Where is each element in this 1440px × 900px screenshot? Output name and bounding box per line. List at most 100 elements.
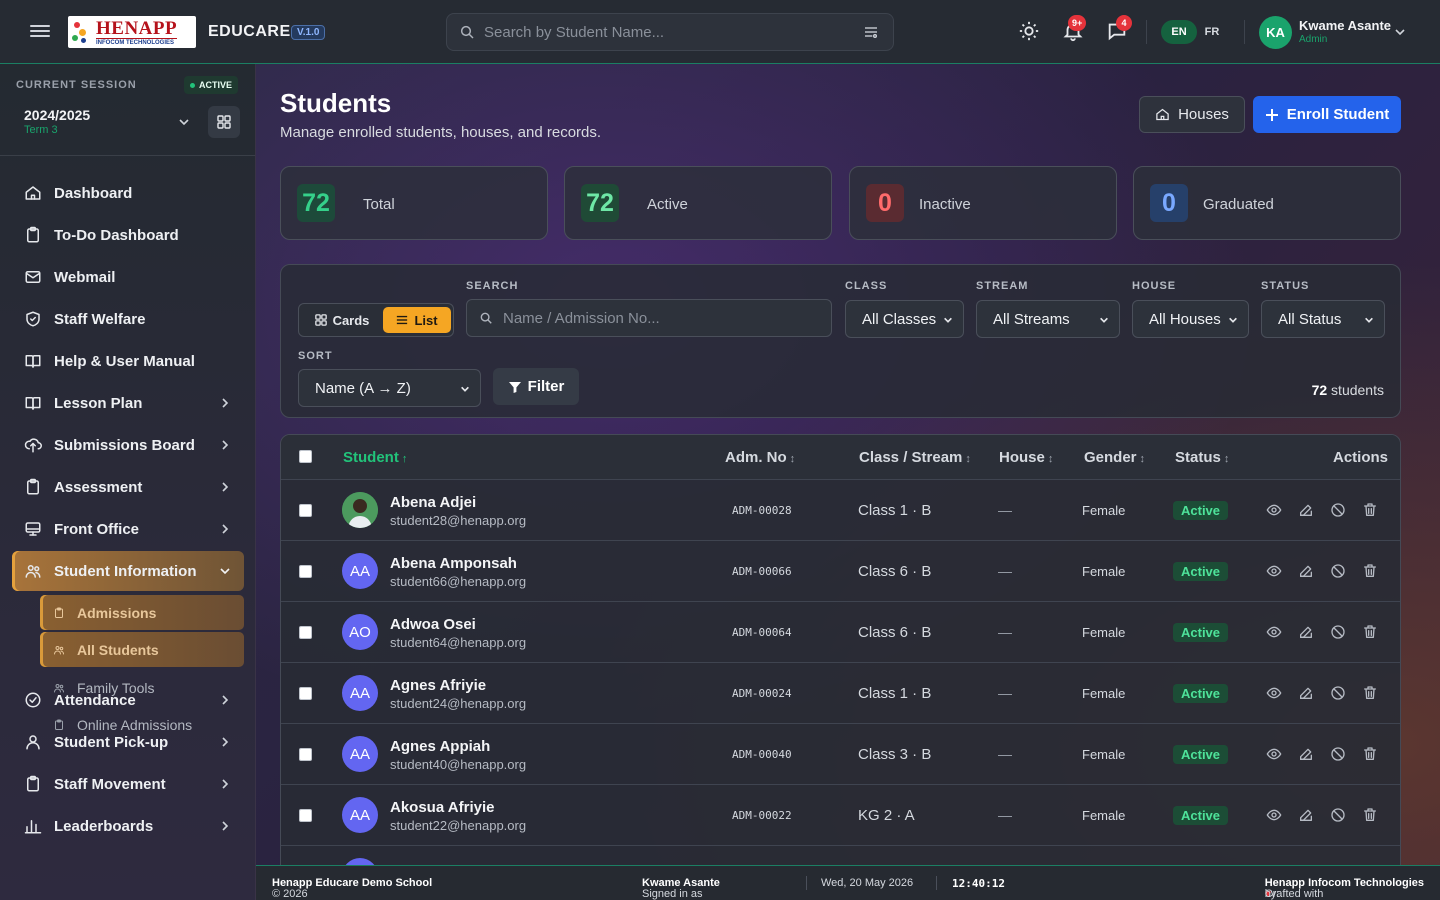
row-checkbox[interactable] — [299, 809, 312, 822]
trash-icon[interactable] — [1362, 502, 1378, 518]
student-name[interactable]: Agnes Appiah — [390, 738, 490, 755]
edit-icon[interactable] — [1298, 746, 1314, 762]
footer-credit: Crafted with ♥ by: Henapp Infocom Techno… — [1264, 877, 1424, 900]
ban-icon[interactable] — [1330, 502, 1346, 518]
messages-button[interactable]: 4 — [1106, 15, 1132, 42]
sun-icon[interactable] — [1018, 20, 1040, 42]
trash-icon[interactable] — [1362, 563, 1378, 579]
sidebar-item-to-do-dashboard[interactable]: To-Do Dashboard — [12, 215, 244, 255]
column-student[interactable]: Student ↑ — [343, 449, 407, 466]
student-name[interactable]: Adwoa Osei — [390, 616, 476, 633]
table-row[interactable] — [281, 846, 1400, 865]
student-name[interactable]: Abena Adjei — [390, 494, 476, 511]
eye-icon[interactable] — [1266, 624, 1282, 640]
column-status[interactable]: Status ↕ — [1175, 449, 1229, 466]
student-name[interactable]: Akosua Afriyie — [390, 799, 494, 816]
houses-button[interactable]: Houses — [1139, 96, 1245, 133]
row-checkbox[interactable] — [299, 504, 312, 517]
table-row[interactable]: AA Agnes Appiah student40@henapp.org ADM-00… — [281, 724, 1400, 785]
eye-icon[interactable] — [1266, 563, 1282, 579]
select-all-checkbox[interactable] — [299, 450, 312, 463]
sidebar-item-leaderboards[interactable]: Leaderboards — [12, 806, 244, 846]
ban-icon[interactable] — [1330, 746, 1346, 762]
edit-icon[interactable] — [1298, 563, 1314, 579]
lang-fr-button[interactable]: FR — [1194, 20, 1230, 44]
row-checkbox[interactable] — [299, 565, 312, 578]
cards-view-button[interactable]: Cards — [303, 307, 381, 333]
column-class-stream[interactable]: Class / Stream ↕ — [859, 449, 971, 466]
edit-icon[interactable] — [1298, 624, 1314, 640]
notifications-button[interactable]: 9+ — [1062, 15, 1087, 42]
row-checkbox[interactable] — [299, 626, 312, 639]
status-select[interactable]: All Status — [1261, 300, 1385, 338]
list-icon — [397, 315, 408, 325]
logo[interactable]: HENAPP INFOCOM TECHNOLOGIES — [68, 16, 196, 48]
stat-label: Graduated — [1203, 196, 1274, 213]
table-row[interactable]: Abena Adjei student28@henapp.org ADM-00028… — [281, 480, 1400, 541]
stream-select[interactable]: All Streams — [976, 300, 1120, 338]
row-checkbox[interactable] — [299, 687, 312, 700]
column-house[interactable]: House ↕ — [999, 449, 1053, 466]
clipboard-icon — [55, 719, 63, 730]
trash-icon[interactable] — [1362, 807, 1378, 823]
trash-icon[interactable] — [1362, 624, 1378, 640]
sort-select[interactable]: Name (A → Z) — [298, 369, 481, 407]
user-name[interactable]: Kwame Asante — [1299, 18, 1391, 33]
session-year[interactable]: 2024/2025 — [24, 107, 90, 123]
user-avatar[interactable]: KA — [1259, 16, 1292, 49]
lang-en-button[interactable]: EN — [1161, 20, 1197, 44]
global-search-input[interactable] — [484, 23, 863, 41]
global-search[interactable] — [446, 13, 894, 51]
trash-icon[interactable] — [1362, 685, 1378, 701]
enroll-student-button[interactable]: Enroll Student — [1253, 96, 1401, 133]
student-name[interactable]: Agnes Afriyie — [390, 677, 486, 694]
sidebar-item-assessment[interactable]: Assessment — [12, 467, 244, 507]
sidebar-subitem-all-students[interactable]: All Students — [40, 632, 244, 667]
table-row[interactable]: AO Adwoa Osei student64@henapp.org ADM-0006… — [281, 602, 1400, 663]
chevron-down-icon[interactable] — [1394, 26, 1406, 38]
ban-icon[interactable] — [1330, 807, 1346, 823]
menu-toggle-icon[interactable] — [30, 22, 50, 40]
table-row[interactable]: AA Abena Amponsah student66@henapp.org ADM-… — [281, 541, 1400, 602]
apps-grid-button[interactable] — [208, 106, 240, 138]
column-adm-no[interactable]: Adm. No ↕ — [725, 449, 795, 466]
search-options-icon[interactable] — [863, 24, 879, 40]
student-name[interactable]: Abena Amponsah — [390, 555, 517, 572]
eye-icon[interactable] — [1266, 685, 1282, 701]
sidebar-item-lesson-plan[interactable]: Lesson Plan — [12, 383, 244, 423]
clipboard-icon — [27, 478, 39, 495]
trash-icon[interactable] — [1362, 746, 1378, 762]
house-select[interactable]: All Houses — [1132, 300, 1249, 338]
edit-icon[interactable] — [1298, 685, 1314, 701]
ban-icon[interactable] — [1330, 563, 1346, 579]
edit-icon[interactable] — [1298, 502, 1314, 518]
sidebar-item-submissions-board[interactable]: Submissions Board — [12, 425, 244, 465]
eye-icon[interactable] — [1266, 746, 1282, 762]
column-gender[interactable]: Gender ↕ — [1084, 449, 1145, 466]
table-row[interactable]: AA Akosua Afriyie student22@henapp.org ADM-… — [281, 785, 1400, 846]
student-search[interactable] — [466, 299, 832, 337]
sidebar-item-dashboard[interactable]: Dashboard — [12, 173, 244, 213]
sidebar-subitem-family-tools[interactable]: Family Tools — [40, 670, 244, 705]
ban-icon[interactable] — [1330, 685, 1346, 701]
chevron-down-icon[interactable] — [178, 116, 190, 128]
sidebar-item-front-office[interactable]: Front Office — [12, 509, 244, 549]
edit-icon[interactable] — [1298, 807, 1314, 823]
row-checkbox[interactable] — [299, 748, 312, 761]
sidebar-subitem-online-admissions[interactable]: Online Admissions — [40, 707, 244, 742]
sidebar-subitem-admissions[interactable]: Admissions — [40, 595, 244, 630]
sidebar-item-staff-welfare[interactable]: Staff Welfare — [12, 299, 244, 339]
ban-icon[interactable] — [1330, 624, 1346, 640]
divider — [1146, 20, 1147, 44]
list-view-button[interactable]: List — [383, 307, 451, 333]
table-row[interactable]: AA Agnes Afriyie student24@henapp.org ADM-0… — [281, 663, 1400, 724]
class-select[interactable]: All Classes — [845, 300, 964, 338]
sidebar-item-webmail[interactable]: Webmail — [12, 257, 244, 297]
sidebar-item-staff-movement[interactable]: Staff Movement — [12, 764, 244, 804]
sidebar-item-help-user-manual[interactable]: Help & User Manual — [12, 341, 244, 381]
sidebar-item-student-information[interactable]: Student Information — [12, 551, 244, 591]
eye-icon[interactable] — [1266, 807, 1282, 823]
eye-icon[interactable] — [1266, 502, 1282, 518]
filter-button[interactable]: Filter — [493, 368, 579, 405]
student-search-input[interactable] — [503, 309, 831, 327]
